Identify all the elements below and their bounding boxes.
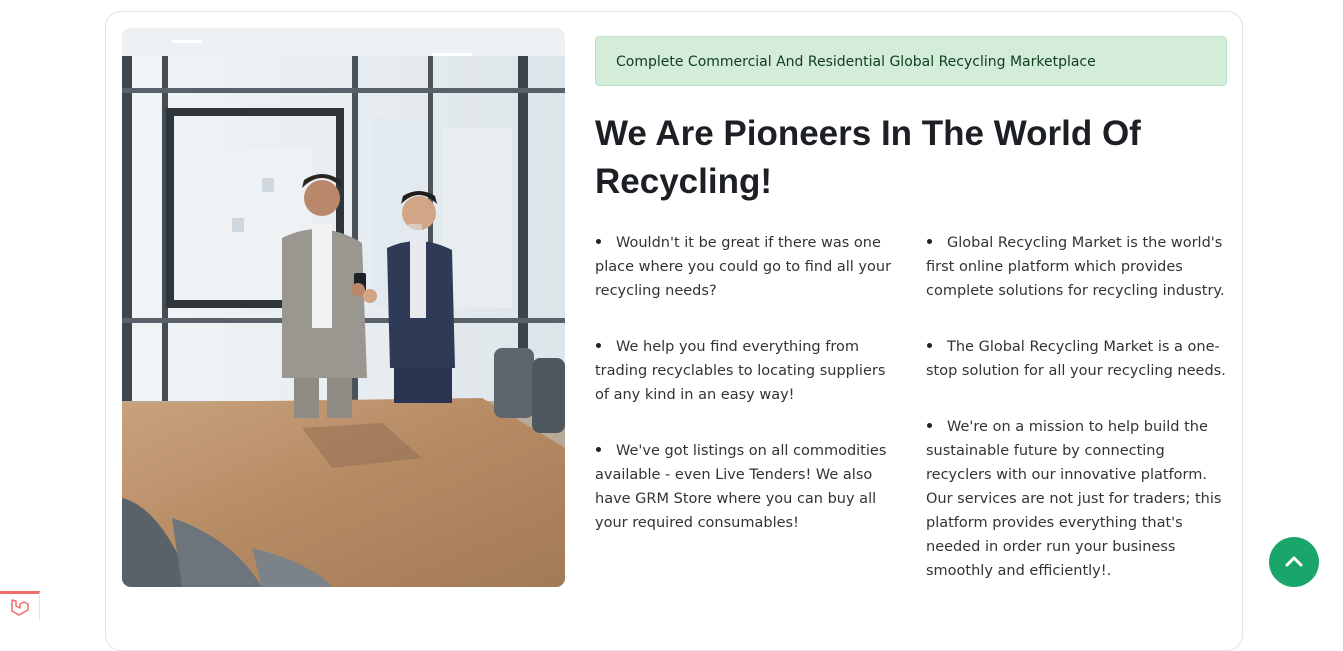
laravel-logo-icon	[10, 599, 29, 616]
bullet-icon	[596, 446, 601, 452]
feature-item: We've got listings on all commodities av…	[595, 439, 895, 535]
office-meeting-photo	[122, 28, 565, 587]
bullet-icon	[927, 238, 932, 244]
features-list-left: Wouldn't it be great if there was one pl…	[595, 231, 895, 567]
marketplace-alert-text: Complete Commercial And Residential Glob…	[616, 54, 1096, 70]
bullet-icon	[596, 342, 601, 348]
feature-text: Wouldn't it be great if there was one pl…	[595, 235, 892, 299]
marketplace-alert: Complete Commercial And Residential Glob…	[595, 36, 1227, 86]
bullet-icon	[927, 342, 932, 348]
features-list-right: Global Recycling Market is the world's f…	[926, 231, 1231, 615]
bullet-icon	[596, 238, 601, 244]
scroll-to-top-button[interactable]	[1269, 537, 1319, 587]
chevron-up-icon	[1285, 556, 1303, 567]
laravel-debug-badge[interactable]	[0, 591, 40, 620]
feature-text: We help you find everything from trading…	[595, 339, 886, 403]
feature-item: The Global Recycling Market is a one-sto…	[926, 335, 1231, 383]
feature-text: We've got listings on all commodities av…	[595, 443, 887, 531]
feature-text: We're on a mission to help build the sus…	[926, 419, 1222, 579]
page-heading: We Are Pioneers In The World Of Recyclin…	[595, 114, 1141, 201]
feature-text: The Global Recycling Market is a one-sto…	[926, 339, 1226, 379]
feature-item: We're on a mission to help build the sus…	[926, 415, 1231, 583]
feature-text: Global Recycling Market is the world's f…	[926, 235, 1225, 299]
feature-item: Wouldn't it be great if there was one pl…	[595, 231, 895, 303]
bullet-icon	[927, 422, 932, 428]
feature-item: Global Recycling Market is the world's f…	[926, 231, 1231, 303]
feature-item: We help you find everything from trading…	[595, 335, 895, 407]
